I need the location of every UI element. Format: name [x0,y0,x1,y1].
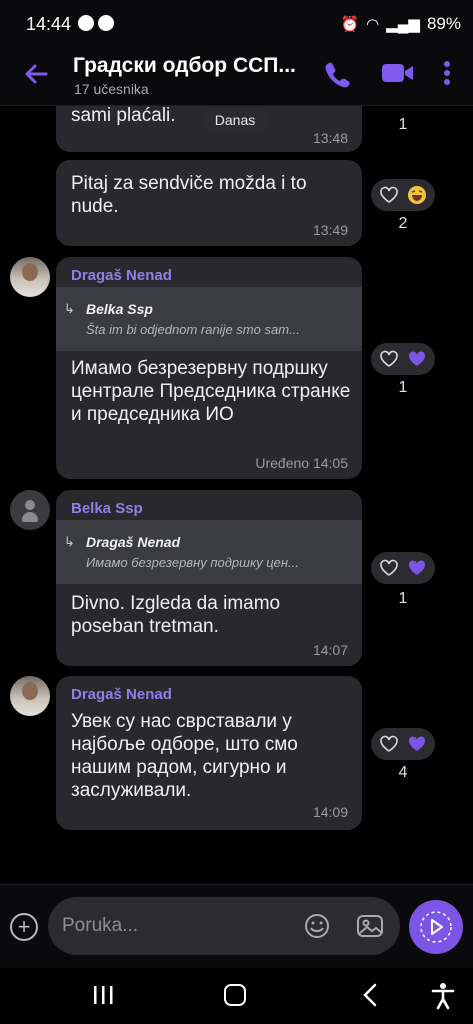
quote-text: Имамо безрезервну подршку цен... [86,555,299,570]
message-text: Имамо безрезервну подршку централе Предс… [71,358,351,425]
more-options-button[interactable] [443,60,453,91]
edited-label: Uređeno [255,455,310,471]
message-text: Pitaj za sendviče možda i to nude. [71,173,307,217]
status-right: ⏰ ◠ ▂▄▆ 89% [340,14,461,34]
send-icon [420,911,452,943]
send-button[interactable] [409,900,463,954]
reaction-count[interactable]: 2 [396,215,410,233]
home-button[interactable] [224,984,246,1006]
more-icon [444,61,450,85]
message-bubble[interactable]: Pitaj za sendviče možda i to nude. 13:49 [56,160,362,246]
quote-sender: Dragaš Nenad [86,534,181,550]
heart-icon [408,351,426,366]
back-nav-button[interactable] [360,982,378,1008]
call-button[interactable] [324,60,350,93]
heart-icon [408,560,426,575]
sender-name[interactable]: Dragaš Nenad [71,686,172,703]
sender-name[interactable]: Belka Ssp [71,500,143,517]
heart-icon [380,350,398,367]
quote-sender: Belka Ssp [86,301,153,317]
message-placeholder: Poruka... [62,915,139,936]
message-text: Divno. Izgleda da imamo poseban tretman. [71,593,281,637]
message-time: 13:48 [312,130,348,146]
heart-icon [408,736,426,751]
laugh-emoji-icon [408,186,426,204]
attach-button[interactable]: + [10,913,38,941]
avatar[interactable] [10,676,50,716]
heart-icon [380,735,398,752]
recent-apps-button[interactable] [92,985,114,1005]
reaction-count[interactable]: 1 [396,116,410,134]
reply-arrow-icon: ↳ [64,301,75,316]
reaction-count[interactable]: 4 [396,764,410,782]
emoji-icon[interactable] [304,913,330,939]
chat-area[interactable]: sami plaćali. 13:48 Danas 1 Pitaj za sen… [0,106,473,884]
message-time: 14:07 [312,642,348,658]
chat-header: Градски одбор ССП... 17 učesnika [0,48,473,106]
system-nav-bar [0,968,473,1024]
reply-arrow-icon: ↳ [64,534,75,549]
status-bar: 14:44 ⏰ ◠ ▂▄▆ 89% [0,0,473,48]
message-time: Uređeno 14:05 [255,455,348,471]
time-value: 14:05 [312,455,348,471]
avatar[interactable] [10,257,50,297]
gallery-icon[interactable] [356,913,384,939]
accessibility-icon[interactable] [430,982,456,1010]
messenger-icon [98,15,114,31]
notification-icons [78,15,114,31]
message-input[interactable]: Poruka... [48,897,400,955]
reaction-pill[interactable] [371,552,435,584]
reaction-count[interactable]: 1 [396,379,410,397]
status-time: 14:44 [26,14,72,34]
message-time: 14:09 [312,804,348,820]
message-bubble[interactable]: Belka Ssp ↳ Dragaš Nenad Имамо безрезерв… [56,490,362,666]
heart-icon [380,186,398,203]
reaction-count[interactable]: 1 [396,590,410,608]
message-bubble[interactable]: Dragaš Nenad Увек су нас сврставали у на… [56,676,362,830]
phone-icon [325,62,350,88]
message-bubble[interactable]: Dragaš Nenad ↳ Belka Ssp Šta im bi odjed… [56,257,362,479]
wifi-icon: ◠ [366,16,380,33]
quote-text: Šta im bi odjednom ranije smo sam... [86,322,300,337]
sender-name[interactable]: Dragaš Nenad [71,267,172,284]
reaction-pill[interactable] [371,343,435,375]
participants-count[interactable]: 17 učesnika [74,81,149,97]
messenger-icon [78,15,94,31]
back-button[interactable] [22,60,50,88]
plus-icon: + [17,914,31,939]
signal-icon: ▂▄▆ [386,16,420,33]
date-separator: Danas [203,108,267,132]
message-text: sami plaćali. [71,106,176,126]
quoted-message[interactable]: ↳ Dragaš Nenad Имамо безрезервну подршку… [56,520,362,584]
reaction-pill[interactable] [371,728,435,760]
heart-icon [380,559,398,576]
message-time: 13:49 [312,222,348,238]
quoted-message[interactable]: ↳ Belka Ssp Šta im bi odjednom ranije sm… [56,287,362,351]
battery-percent: 89% [426,14,461,33]
chat-title[interactable]: Градски одбор ССП... [73,54,301,78]
message-composer: + Poruka... [0,884,473,968]
reaction-pill[interactable] [371,179,435,211]
video-call-button[interactable] [381,60,415,91]
avatar[interactable] [10,490,50,530]
video-icon [382,64,413,82]
back-arrow-icon [25,64,48,84]
message-text: Увек су нас сврставали у најбоље одборе,… [71,711,298,801]
alarm-icon: ⏰ [340,16,360,33]
